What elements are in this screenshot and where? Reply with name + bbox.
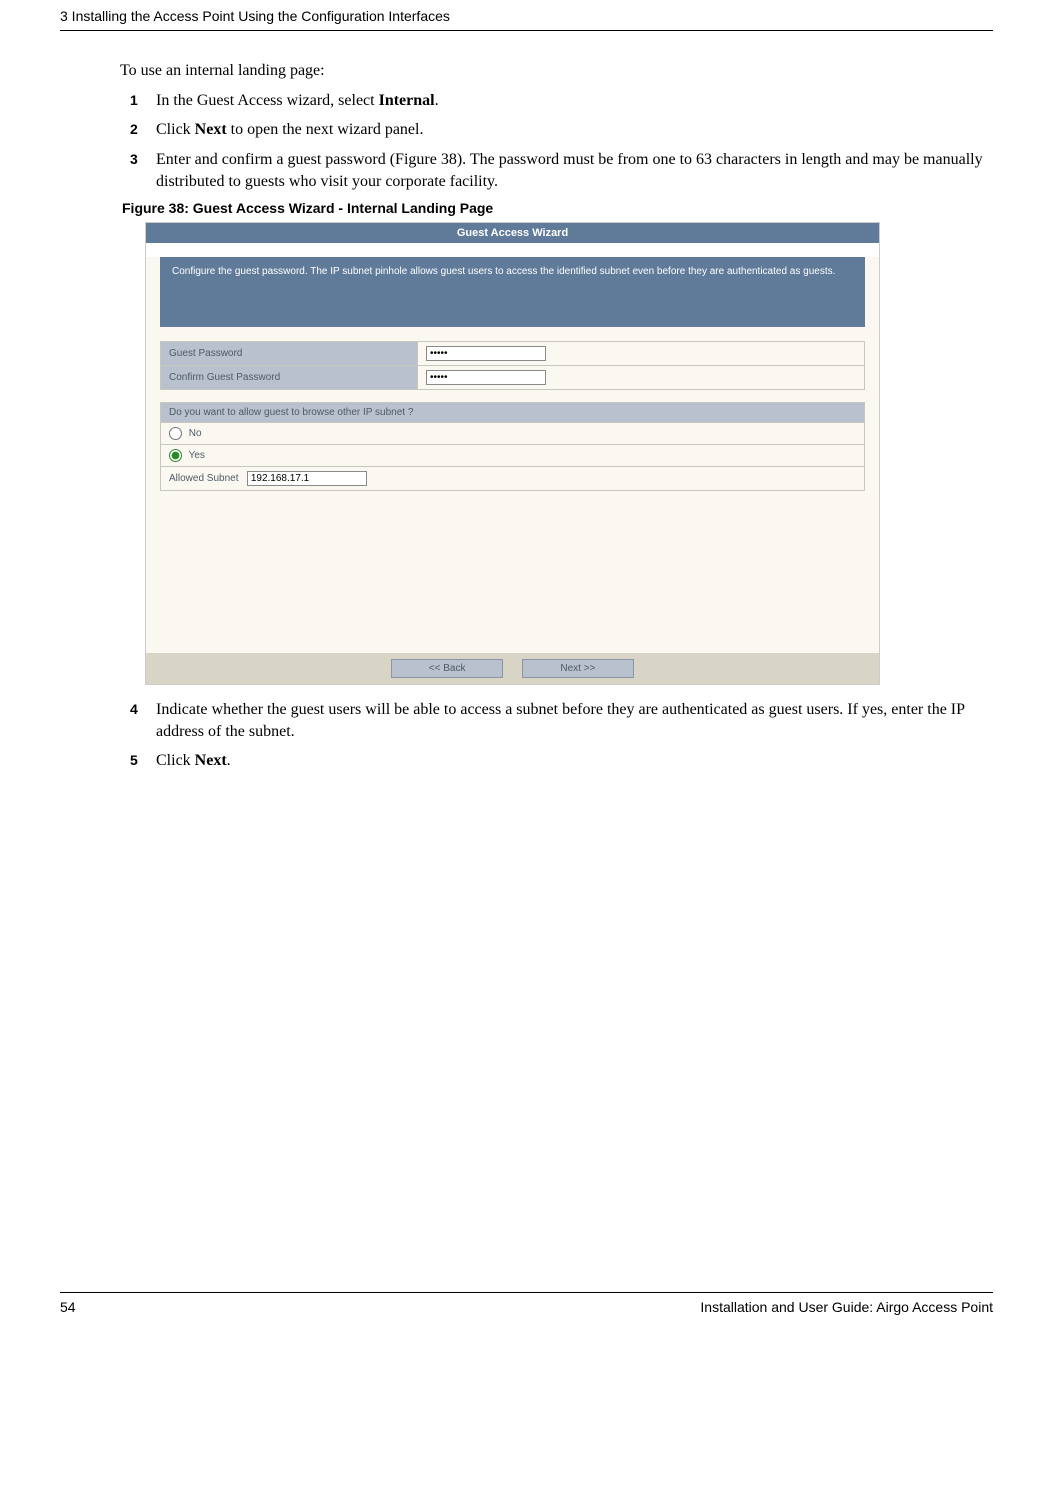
step-text: In the Guest Access wizard, select Inter… xyxy=(156,90,993,112)
nav-bar: << Back Next >> xyxy=(146,653,879,684)
step-4: 4 Indicate whether the guest users will … xyxy=(130,699,993,742)
intro-paragraph: To use an internal landing page: xyxy=(120,61,993,82)
step-number: 4 xyxy=(130,699,156,742)
guest-password-cell xyxy=(418,342,865,366)
confirm-guest-password-input[interactable] xyxy=(426,370,546,385)
confirm-guest-password-label: Confirm Guest Password xyxy=(161,366,418,390)
steps-list-2: 4 Indicate whether the guest users will … xyxy=(130,699,993,772)
footer-doc-title: Installation and User Guide: Airgo Acces… xyxy=(700,1299,993,1315)
radio-yes-row: Yes xyxy=(161,445,865,467)
empty-area xyxy=(146,503,879,653)
steps-list-1: 1 In the Guest Access wizard, select Int… xyxy=(130,90,993,192)
radio-yes-label: Yes xyxy=(189,450,205,461)
step-number: 2 xyxy=(130,119,156,141)
step-2: 2 Click Next to open the next wizard pan… xyxy=(130,119,993,141)
back-button[interactable]: << Back xyxy=(391,659,503,678)
running-header: 3 Installing the Access Point Using the … xyxy=(60,0,993,31)
step-text: Click Next. xyxy=(156,750,993,772)
browse-question: Do you want to allow guest to browse oth… xyxy=(161,403,865,423)
step-text: Click Next to open the next wizard panel… xyxy=(156,119,993,141)
step-1: 1 In the Guest Access wizard, select Int… xyxy=(130,90,993,112)
guest-password-input[interactable] xyxy=(426,346,546,361)
step-5: 5 Click Next. xyxy=(130,750,993,772)
wizard-title: Guest Access Wizard xyxy=(146,223,879,243)
figure-caption: Figure 38: Guest Access Wizard - Interna… xyxy=(122,200,993,216)
chapter-title: 3 Installing the Access Point Using the … xyxy=(60,8,450,24)
guest-password-label: Guest Password xyxy=(161,342,418,366)
radio-yes[interactable] xyxy=(169,449,182,462)
wizard-description: Configure the guest password. The IP sub… xyxy=(160,257,865,327)
radio-no-label: No xyxy=(189,428,202,439)
confirm-guest-password-cell xyxy=(418,366,865,390)
allowed-subnet-label: Allowed Subnet xyxy=(169,473,239,484)
password-form: Guest Password Confirm Guest Password xyxy=(160,341,865,390)
allowed-subnet-input[interactable] xyxy=(247,471,367,486)
next-button[interactable]: Next >> xyxy=(522,659,634,678)
step-number: 5 xyxy=(130,750,156,772)
step-number: 3 xyxy=(130,149,156,192)
step-text: Enter and confirm a guest password (Figu… xyxy=(156,149,993,192)
allowed-subnet-row: Allowed Subnet xyxy=(161,467,865,491)
step-3: 3 Enter and confirm a guest password (Fi… xyxy=(130,149,993,192)
browse-subnet-form: Do you want to allow guest to browse oth… xyxy=(160,402,865,491)
wizard-screenshot: Guest Access Wizard Configure the guest … xyxy=(145,222,880,685)
step-number: 1 xyxy=(130,90,156,112)
page-number: 54 xyxy=(60,1299,76,1315)
radio-no-row: No xyxy=(161,423,865,445)
wizard-body: Configure the guest password. The IP sub… xyxy=(146,257,879,684)
page-footer: 54 Installation and User Guide: Airgo Ac… xyxy=(60,1292,993,1315)
step-text: Indicate whether the guest users will be… xyxy=(156,699,993,742)
radio-no[interactable] xyxy=(169,427,182,440)
